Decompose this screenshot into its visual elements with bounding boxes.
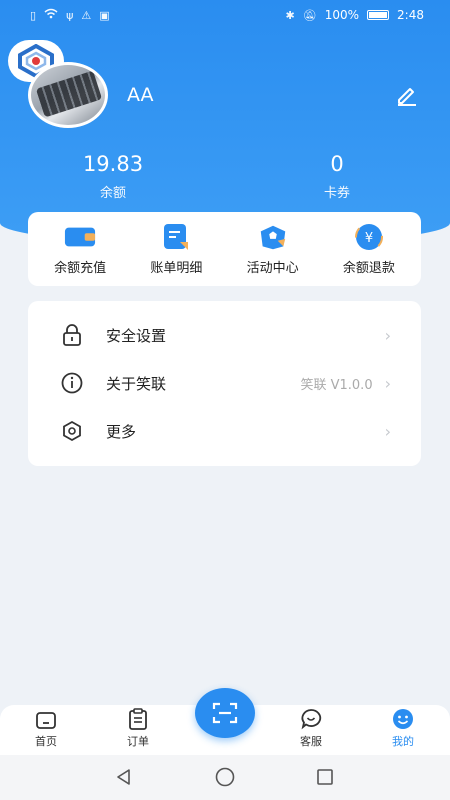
coupon-stat[interactable]: 0 卡券 [277, 152, 397, 201]
tab-home[interactable]: 首页 [16, 710, 76, 749]
tab-label: 订单 [127, 735, 149, 748]
battery-percent: 100% [324, 8, 360, 22]
wifi-icon [44, 8, 58, 22]
home-nav-button[interactable] [213, 765, 237, 789]
activity-icon [257, 223, 289, 251]
square-icon [317, 769, 333, 785]
bill-icon [160, 223, 192, 251]
coupon-value: 0 [330, 152, 344, 176]
chevron-right-icon: › [384, 373, 391, 393]
tab-customer-service[interactable]: 客服 [281, 708, 341, 749]
coupon-label: 卡券 [323, 186, 350, 201]
menu-item-label: 更多 [106, 422, 137, 441]
activity-center-button[interactable]: 活动中心 [228, 223, 318, 276]
warning-icon: ⚠ [81, 8, 92, 22]
scan-button[interactable] [195, 688, 255, 738]
pencil-icon [398, 88, 416, 106]
balance-refund-button[interactable]: ¥ 余额退款 [324, 222, 414, 276]
avatar-photo [35, 70, 103, 118]
activity-center-label: 活动中心 [246, 260, 299, 276]
status-time: 2:48 [397, 8, 424, 22]
tab-orders[interactable]: 订单 [108, 708, 168, 749]
info-icon [60, 371, 84, 395]
lock-icon [60, 323, 84, 347]
settings-menu-card: 安全设置 › 关于笑联 笑联 V1.0.0 › 更多 › [28, 301, 421, 466]
balance-stat[interactable]: 19.83 余额 [53, 152, 173, 201]
chevron-right-icon: › [384, 325, 391, 345]
bill-details-button[interactable]: 账单明细 [131, 223, 221, 276]
tab-label: 客服 [300, 735, 322, 748]
hexagon-icon [60, 419, 84, 443]
circle-icon [215, 767, 235, 787]
menu-item-about[interactable]: 关于笑联 笑联 V1.0.0 › [28, 359, 421, 407]
status-bar: ▯ ψ ⚠ ▣ ✱ 🔕︎ 100% 2:48 [0, 0, 450, 30]
menu-item-security-settings[interactable]: 安全设置 › [28, 311, 421, 359]
tab-mine[interactable]: 我的 [373, 708, 433, 749]
svg-text:¥: ¥ [365, 231, 373, 246]
battery-icon [367, 10, 390, 20]
avatar[interactable] [28, 62, 108, 128]
sim-icon: ▯ [30, 8, 37, 22]
edit-profile-button[interactable] [394, 82, 420, 108]
wallet-icon [64, 223, 96, 251]
home-icon [36, 712, 56, 729]
usb-icon: ψ [66, 8, 74, 22]
chat-icon [301, 709, 322, 730]
bill-details-label: 账单明细 [150, 260, 203, 276]
clipboard-icon [129, 708, 147, 730]
username: AA [127, 84, 154, 106]
app-notification-icon: ▣ [99, 8, 110, 22]
balance-label: 余额 [99, 186, 126, 201]
mute-icon: 🔕︎ [302, 8, 317, 22]
balance-topup-label: 余额充值 [54, 260, 107, 276]
balance-refund-label: 余额退款 [342, 260, 395, 276]
menu-item-label: 关于笑联 [106, 374, 167, 393]
back-triangle-icon [117, 769, 130, 785]
app-version: 笑联 V1.0.0 [300, 377, 373, 393]
menu-item-more[interactable]: 更多 › [28, 407, 421, 455]
scan-icon [212, 702, 238, 724]
smile-icon [393, 709, 413, 729]
bluetooth-icon: ✱ [285, 8, 295, 22]
back-button[interactable] [112, 765, 136, 789]
recents-button[interactable] [313, 765, 337, 789]
balance-topup-button[interactable]: 余额充值 [35, 223, 125, 276]
chevron-right-icon: › [384, 421, 391, 441]
tab-label: 我的 [392, 735, 414, 748]
menu-item-label: 安全设置 [106, 326, 167, 345]
system-navigation-bar [0, 755, 450, 800]
balance-value: 19.83 [82, 152, 144, 176]
quick-actions-card: 余额充值 账单明细 活动中心 ¥ 余额退款 [28, 212, 421, 286]
tab-label: 首页 [35, 735, 57, 748]
refund-icon: ¥ [353, 222, 385, 251]
